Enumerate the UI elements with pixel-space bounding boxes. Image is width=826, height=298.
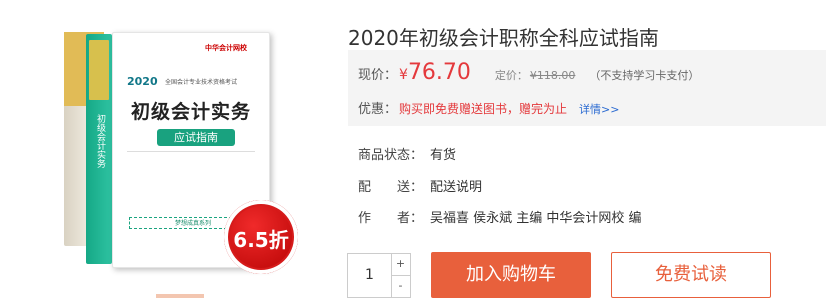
thumbnail-strip[interactable] xyxy=(156,294,204,298)
publisher-logo: 中华会计网校 xyxy=(205,44,247,52)
card-payment-note: （不支持学习卡支付） xyxy=(589,69,700,82)
status-row: 商品状态： 有货 xyxy=(358,144,456,163)
market-price: ¥118.00 xyxy=(529,69,576,82)
current-price: 76.70 xyxy=(407,60,471,85)
cover-badge: 应试指南 xyxy=(157,129,235,146)
quantity-stepper: 1 + - xyxy=(347,253,411,298)
discount-text: 6.5折 xyxy=(233,228,289,252)
currency-symbol: ¥ xyxy=(399,67,408,83)
promo-text: 购买即免费赠送图书，赠完为止 xyxy=(399,102,568,116)
quantity-decrease-button[interactable]: - xyxy=(391,276,410,298)
spine-title: 初级会计实务 xyxy=(95,114,105,168)
author-label: 作 者： xyxy=(358,211,424,226)
price-row: 现价： ¥ 76.70 定价： ¥118.00 （不支持学习卡支付） xyxy=(358,60,699,85)
author-row: 作 者： 吴福喜 侯永斌 主编 中华会计网校 编 xyxy=(358,207,642,226)
promo-label: 优惠： xyxy=(358,102,398,117)
promo-details-link[interactable]: 详情>> xyxy=(579,101,619,117)
free-trial-button[interactable]: 免费试读 xyxy=(611,252,771,298)
product-image[interactable]: 初级会计实务 中华会计网校 2020 全国会计专业技术资格考试 初级会计实务 应… xyxy=(0,0,330,298)
delivery-label: 配 送： xyxy=(358,180,424,195)
status-value: 有货 xyxy=(430,148,457,163)
add-to-cart-button[interactable]: 加入购物车 xyxy=(431,252,591,298)
delivery-link[interactable]: 配送说明 xyxy=(430,180,482,195)
cover-year: 2020 xyxy=(127,75,158,88)
price-panel: 现价： ¥ 76.70 定价： ¥118.00 （不支持学习卡支付） 优惠： 购… xyxy=(348,50,826,126)
cover-title: 初级会计实务 xyxy=(130,101,251,123)
delivery-row: 配 送： 配送说明 xyxy=(358,176,482,195)
status-label: 商品状态： xyxy=(358,148,424,163)
promo-row: 优惠： 购买即免费赠送图书，赠完为止 详情>> xyxy=(358,98,619,117)
product-title: 2020年初级会计职称全科应试指南 xyxy=(348,26,659,50)
quantity-increase-button[interactable]: + xyxy=(391,254,410,276)
book-spine: 初级会计实务 xyxy=(86,34,112,264)
quantity-input[interactable]: 1 xyxy=(348,254,392,297)
cover-subtitle: 全国会计专业技术资格考试 xyxy=(165,79,238,86)
author-value: 吴福喜 侯永斌 主编 中华会计网校 编 xyxy=(430,211,642,226)
price-label: 现价： xyxy=(358,68,398,83)
market-price-label: 定价： xyxy=(494,69,528,82)
discount-seal: 6.5折 xyxy=(224,200,298,274)
